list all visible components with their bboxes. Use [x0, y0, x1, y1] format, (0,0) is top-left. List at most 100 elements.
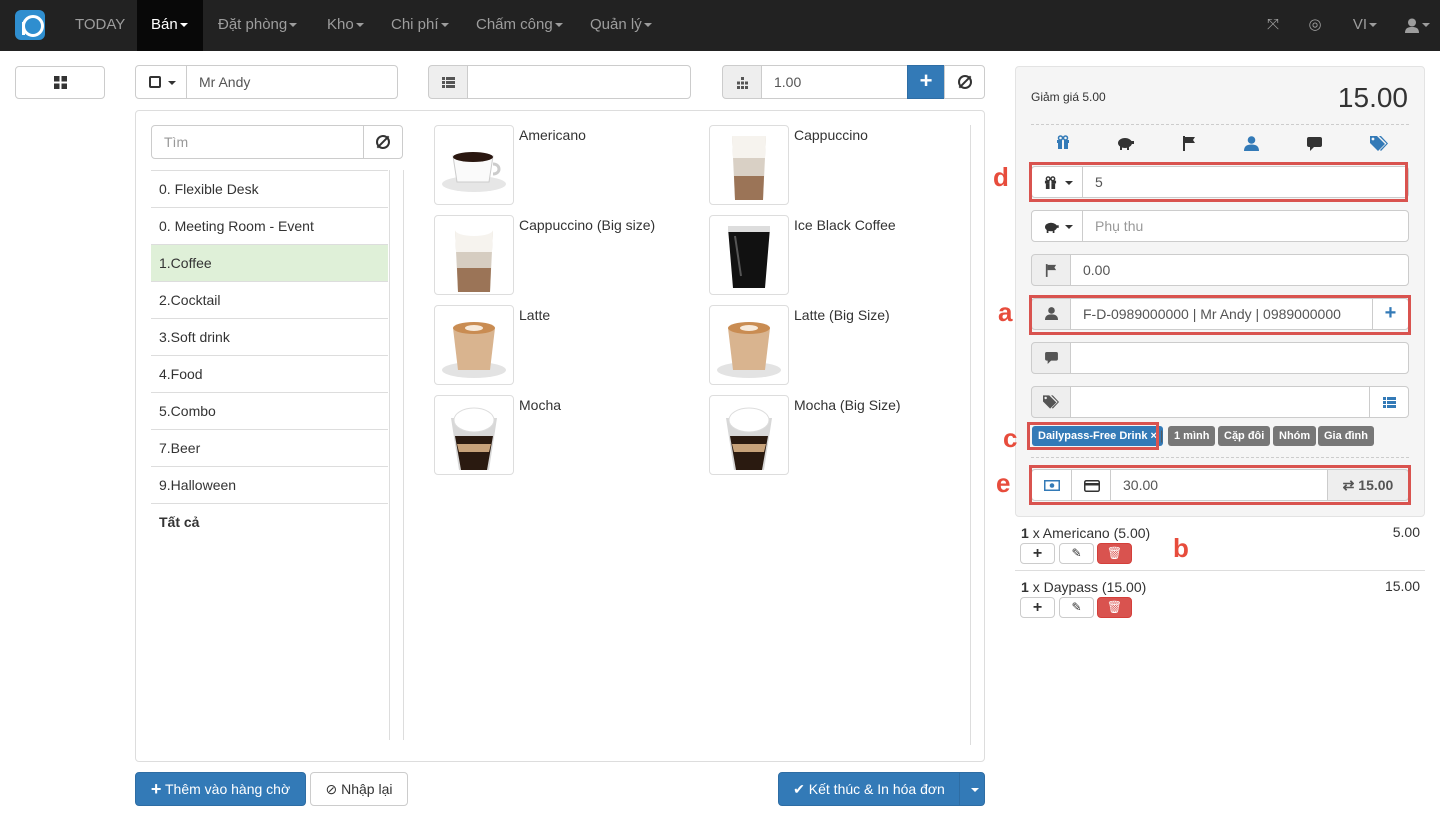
list-icon [1383, 397, 1396, 408]
category-label: 1.Coffee [159, 255, 212, 271]
product-name[interactable]: Mocha (Big Size) [794, 397, 901, 413]
nav-chi-phi[interactable]: Chi phí [377, 0, 463, 51]
piggy-bank-icon[interactable] [1116, 136, 1134, 153]
finish-dropdown-button[interactable] [959, 772, 985, 806]
product-name[interactable]: Latte (Big Size) [794, 307, 890, 323]
product-name[interactable]: Americano [519, 127, 586, 143]
support-icon[interactable]: ◎ [1302, 0, 1328, 51]
cancel-button[interactable] [944, 65, 985, 99]
product-name[interactable]: Cappuccino (Big size) [519, 217, 655, 233]
surcharge-input[interactable]: Phụ thu [1082, 210, 1409, 242]
customer-icon[interactable] [1244, 136, 1259, 154]
product-image-mocha[interactable] [434, 395, 514, 475]
quantity-input[interactable]: 1.00 [761, 65, 908, 99]
product-image-cappuccino-big[interactable] [434, 215, 514, 295]
product-scrollbar[interactable] [970, 125, 971, 745]
category-label: 4.Food [159, 366, 203, 382]
category-item[interactable]: 5.Combo [151, 392, 388, 429]
flag-icon[interactable] [1182, 136, 1196, 154]
nav-cham-cong[interactable]: Chấm công [462, 0, 577, 51]
tag-option[interactable]: Nhóm [1273, 426, 1317, 446]
reset-button[interactable]: ⊘ Nhập lại [310, 772, 408, 806]
category-item[interactable]: 4.Food [151, 355, 388, 392]
increase-qty-button[interactable]: + [1020, 543, 1055, 564]
category-item-selected[interactable]: 1.Coffee [151, 244, 388, 281]
product-name[interactable]: Latte [519, 307, 550, 323]
tags-list-button[interactable] [1369, 386, 1409, 418]
tags-icon[interactable] [1370, 136, 1388, 154]
app-logo[interactable] [15, 10, 45, 40]
nav-today[interactable]: TODAY [61, 0, 139, 51]
tag-separator: | [1160, 428, 1164, 443]
category-label: 2.Cocktail [159, 292, 221, 308]
grid-view-button[interactable] [15, 66, 105, 99]
tag-option-label: 1 mình [1174, 430, 1210, 442]
category-search-input[interactable]: Tìm [151, 125, 365, 159]
customer-type-dropdown[interactable] [135, 65, 187, 99]
product-image-ice-black-coffee[interactable] [709, 215, 789, 295]
category-item-all[interactable]: Tất cả [151, 503, 388, 540]
category-item[interactable]: 7.Beer [151, 429, 388, 466]
add-to-queue-button[interactable]: + Thêm vào hàng chờ [135, 772, 306, 806]
user-menu-icon[interactable] [1400, 0, 1434, 51]
nav-quan-ly[interactable]: Quản lý [576, 0, 666, 51]
category-label: 3.Soft drink [159, 329, 230, 345]
product-image-cappuccino[interactable] [709, 125, 789, 205]
category-label: 5.Combo [159, 403, 216, 419]
order-line-amount: 15.00 [1384, 578, 1420, 594]
comment-icon[interactable] [1307, 137, 1322, 154]
top-navbar: TODAY Bán Đặt phòng Kho Chi phí Chấm côn… [0, 0, 1440, 51]
customer-input[interactable]: Mr Andy [186, 65, 398, 99]
comment-icon [1044, 352, 1058, 364]
highlight-box-d [1029, 162, 1408, 202]
nav-dat-phong[interactable]: Đặt phòng [204, 0, 311, 51]
category-item[interactable]: 0. Meeting Room - Event [151, 207, 388, 244]
product-name[interactable]: Cappuccino [794, 127, 868, 143]
product-name[interactable]: Ice Black Coffee [794, 217, 896, 233]
nav-ban[interactable]: Bán [137, 0, 203, 51]
nav-kho-label: Kho [327, 16, 354, 33]
table-list-icon[interactable] [428, 65, 468, 99]
edit-pencil-icon[interactable]: ✎ [1059, 543, 1094, 564]
category-scrollbar[interactable] [389, 170, 404, 740]
highlight-box-c [1027, 422, 1159, 450]
product-name[interactable]: Mocha [519, 397, 561, 413]
add-item-button[interactable]: + [907, 65, 945, 99]
nav-kho[interactable]: Kho [313, 0, 378, 51]
fullscreen-icon[interactable]: ⤧ [1260, 0, 1286, 51]
tag-option[interactable]: Cặp đôi [1218, 426, 1271, 446]
delete-trash-icon[interactable]: 🗑 [1097, 597, 1132, 618]
category-item[interactable]: 3.Soft drink [151, 318, 388, 355]
tag-option[interactable]: Gia đình [1318, 426, 1374, 446]
table-input[interactable] [467, 65, 691, 99]
surcharge-placeholder: Phụ thu [1095, 218, 1144, 234]
increase-qty-button[interactable]: + [1020, 597, 1055, 618]
ban-icon: ⊘ [325, 781, 338, 797]
gift-icon[interactable] [1055, 135, 1071, 151]
category-item[interactable]: 0. Flexible Desk [151, 170, 388, 207]
tags-addon [1031, 386, 1071, 418]
flag-input-value: 0.00 [1083, 262, 1111, 278]
finish-print-button[interactable]: ✔ Kết thúc & In hóa đơn [778, 772, 960, 806]
category-item[interactable]: 9.Halloween [151, 466, 388, 503]
surcharge-type-dropdown[interactable] [1031, 210, 1083, 242]
flag-input[interactable]: 0.00 [1070, 254, 1409, 286]
tag-option[interactable]: 1 mình [1168, 426, 1216, 446]
clear-search-button[interactable] [363, 125, 403, 159]
product-image-latte[interactable] [434, 305, 514, 385]
category-item[interactable]: 2.Cocktail [151, 281, 388, 318]
delete-trash-icon[interactable]: 🗑 [1097, 543, 1132, 564]
edit-pencil-icon[interactable]: ✎ [1059, 597, 1094, 618]
finish-print-label: Kết thúc & In hóa đơn [808, 781, 945, 797]
order-line-text: 1 x Daypass (15.00) [1021, 579, 1146, 595]
product-image-americano[interactable] [434, 125, 514, 205]
note-input[interactable] [1070, 342, 1409, 374]
highlight-box-e [1029, 465, 1411, 505]
category-label: 7.Beer [159, 440, 201, 456]
order-total: 15.00 [1337, 82, 1408, 113]
product-image-latte-big[interactable] [709, 305, 789, 385]
tags-input[interactable] [1070, 386, 1370, 418]
piggy-bank-icon [1045, 222, 1059, 233]
language-dropdown[interactable]: VI [1345, 0, 1385, 51]
product-image-mocha-big[interactable] [709, 395, 789, 475]
